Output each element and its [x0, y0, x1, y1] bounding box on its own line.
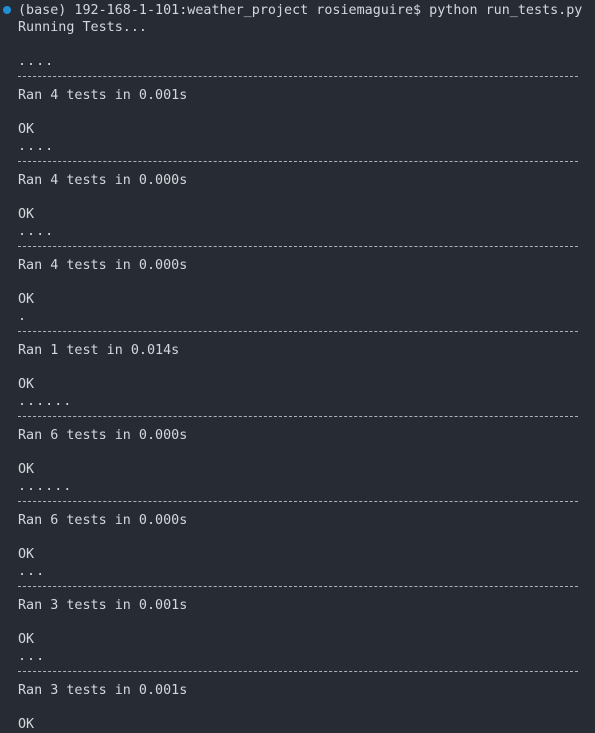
run-summary: Ran 6 tests in 0.000s	[18, 428, 188, 443]
run-summary: Ran 6 tests in 0.000s	[18, 513, 188, 528]
test-progress-dots: ....	[18, 139, 55, 154]
separator-line	[18, 671, 578, 672]
run-summary: Ran 1 test in 0.014s	[18, 343, 180, 358]
run-status: OK	[18, 717, 35, 732]
run-status: OK	[18, 462, 35, 477]
command-line: (base) 192-168-1-101:weather_project ros…	[18, 3, 583, 18]
run-status: OK	[18, 122, 35, 137]
separator-line	[18, 501, 578, 502]
test-progress-dots: .	[18, 309, 28, 324]
terminal-output[interactable]: (base) 192-168-1-101:weather_project ros…	[0, 0, 595, 732]
test-progress-dots: ....	[18, 224, 55, 239]
separator-line	[18, 586, 578, 587]
separator-line	[18, 76, 578, 77]
running-tests-text: Running Tests...	[18, 20, 147, 35]
run-summary: Ran 3 tests in 0.001s	[18, 598, 188, 613]
run-status: OK	[18, 377, 35, 392]
separator-line	[18, 416, 578, 417]
test-progress-dots: ......	[18, 479, 73, 494]
run-summary: Ran 4 tests in 0.000s	[18, 173, 188, 188]
run-status: OK	[18, 547, 35, 562]
run-summary: Ran 4 tests in 0.000s	[18, 258, 188, 273]
run-summary: Ran 3 tests in 0.001s	[18, 683, 188, 698]
separator-line	[18, 331, 578, 332]
test-progress-dots: ....	[18, 54, 55, 69]
separator-line	[18, 246, 578, 247]
run-status: OK	[18, 207, 35, 222]
test-progress-dots: ...	[18, 564, 46, 579]
run-status: OK	[18, 292, 35, 307]
test-progress-dots: ...	[18, 649, 46, 664]
run-summary: Ran 4 tests in 0.001s	[18, 88, 188, 103]
prompt-status-dot-icon	[3, 6, 11, 14]
separator-line	[18, 161, 578, 162]
test-progress-dots: ......	[18, 394, 73, 409]
run-status: OK	[18, 632, 35, 647]
